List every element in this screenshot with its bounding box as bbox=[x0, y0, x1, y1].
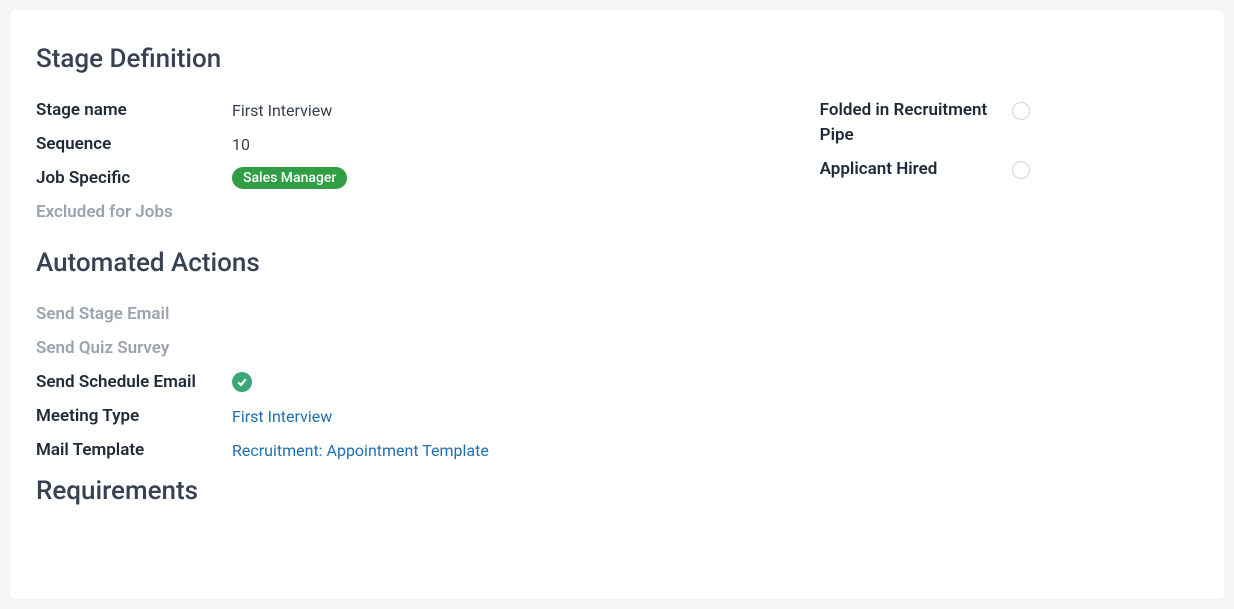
label-job-specific: Job Specific bbox=[36, 167, 232, 190]
label-meeting-type: Meeting Type bbox=[36, 405, 232, 428]
row-folded: Folded in Recruitment Pipe bbox=[820, 98, 1198, 147]
checkbox-folded[interactable] bbox=[1012, 102, 1030, 120]
row-send-stage-email: Send Stage Email bbox=[36, 302, 1198, 326]
row-job-specific: Job Specific Sales Manager bbox=[36, 166, 780, 190]
value-stage-name: First Interview bbox=[232, 101, 332, 120]
stage-definition-columns: Stage name First Interview Sequence 10 J… bbox=[36, 98, 1198, 234]
label-send-stage-email: Send Stage Email bbox=[36, 303, 232, 326]
link-meeting-type[interactable]: First Interview bbox=[232, 407, 332, 426]
value-sequence: 10 bbox=[232, 135, 250, 154]
row-stage-name: Stage name First Interview bbox=[36, 98, 780, 122]
row-meeting-type: Meeting Type First Interview bbox=[36, 404, 1198, 428]
row-send-schedule-email: Send Schedule Email bbox=[36, 370, 1198, 394]
label-hired: Applicant Hired bbox=[820, 157, 1012, 182]
row-send-quiz-survey: Send Quiz Survey bbox=[36, 336, 1198, 360]
check-circle-icon bbox=[232, 372, 252, 392]
label-excluded-jobs: Excluded for Jobs bbox=[36, 201, 232, 224]
stage-definition-left: Stage name First Interview Sequence 10 J… bbox=[36, 98, 780, 234]
stage-definition-right: Folded in Recruitment Pipe Applicant Hir… bbox=[820, 98, 1198, 234]
form-card: Stage Definition Stage name First Interv… bbox=[10, 10, 1224, 599]
link-mail-template[interactable]: Recruitment: Appointment Template bbox=[232, 441, 489, 460]
value-job-specific: Sales Manager bbox=[232, 167, 347, 189]
section-title-requirements: Requirements bbox=[36, 476, 1198, 506]
section-title-automated-actions: Automated Actions bbox=[36, 248, 1198, 278]
row-hired: Applicant Hired bbox=[820, 157, 1198, 183]
label-stage-name: Stage name bbox=[36, 99, 232, 122]
row-mail-template: Mail Template Recruitment: Appointment T… bbox=[36, 438, 1198, 462]
row-excluded-jobs: Excluded for Jobs bbox=[36, 200, 780, 224]
checkbox-hired[interactable] bbox=[1012, 161, 1030, 179]
label-sequence: Sequence bbox=[36, 133, 232, 156]
label-mail-template: Mail Template bbox=[36, 439, 232, 462]
section-title-stage-definition: Stage Definition bbox=[36, 44, 1198, 74]
tag-sales-manager[interactable]: Sales Manager bbox=[232, 167, 347, 189]
label-send-quiz-survey: Send Quiz Survey bbox=[36, 337, 232, 360]
label-folded: Folded in Recruitment Pipe bbox=[820, 98, 1012, 147]
value-send-schedule-email bbox=[232, 372, 252, 392]
row-sequence: Sequence 10 bbox=[36, 132, 780, 156]
label-send-schedule-email: Send Schedule Email bbox=[36, 371, 232, 394]
